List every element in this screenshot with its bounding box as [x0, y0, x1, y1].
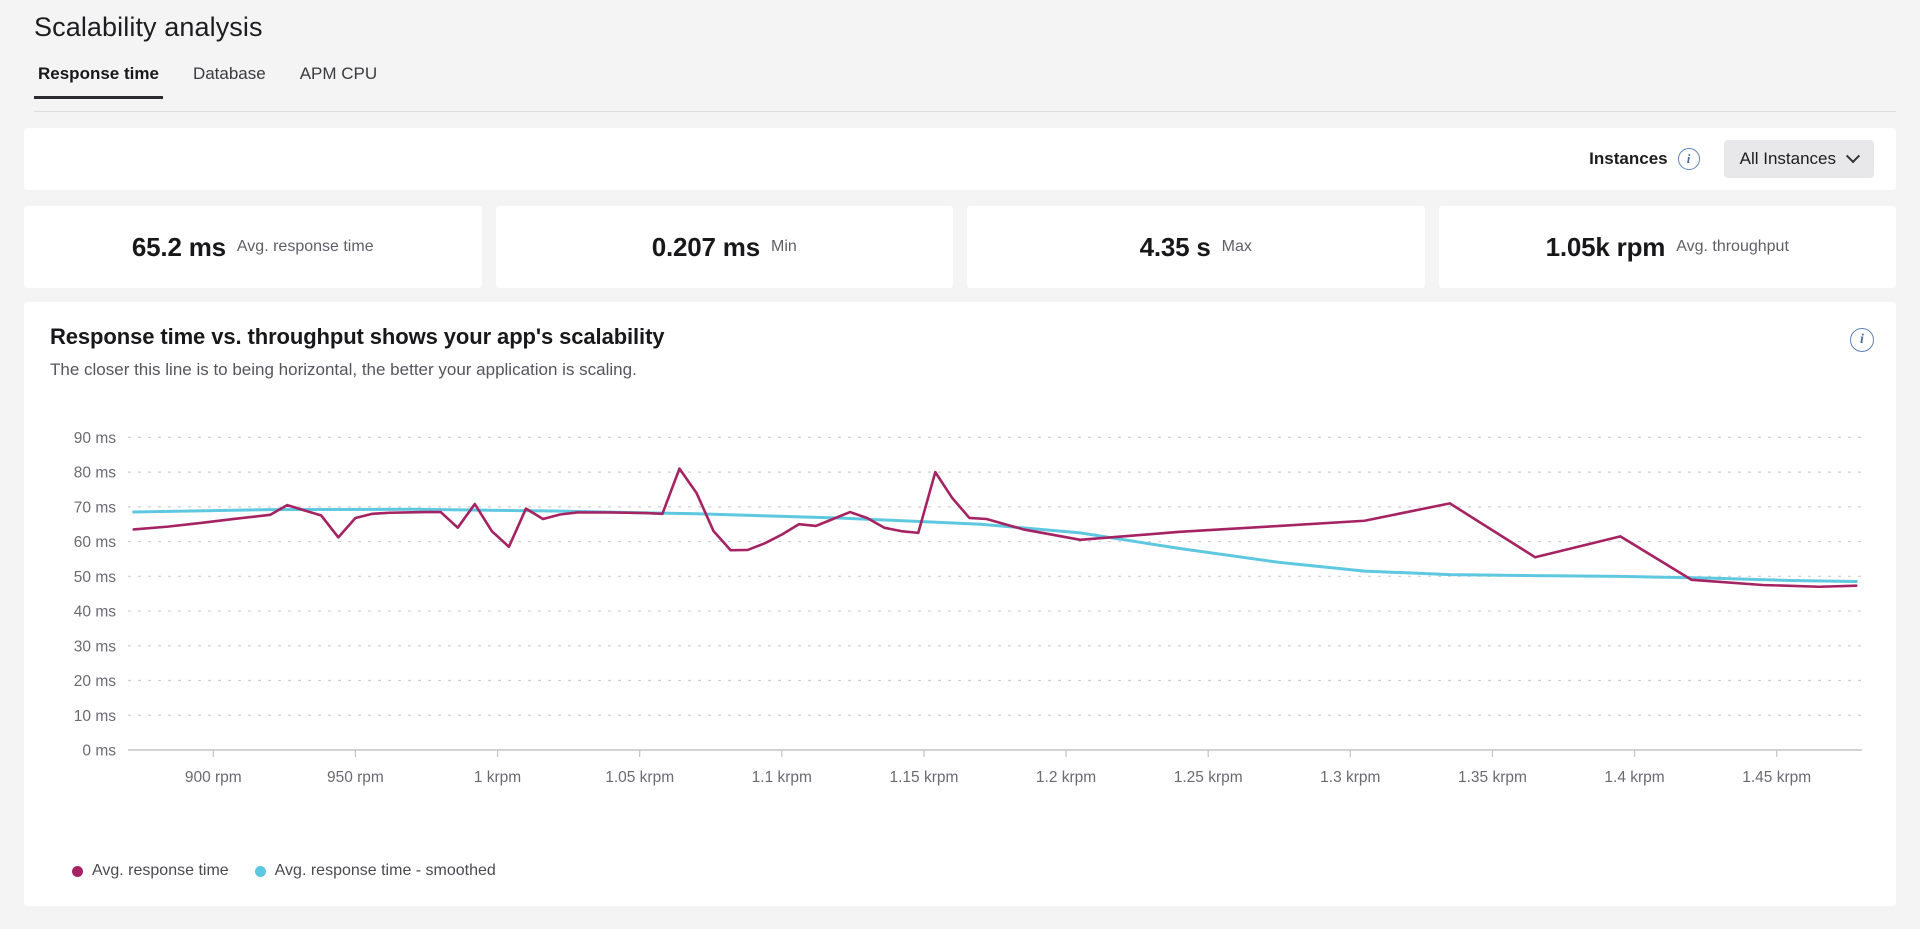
svg-text:60 ms: 60 ms — [74, 534, 116, 551]
stat-value: 1.05k rpm — [1545, 231, 1666, 262]
svg-text:1.2 krpm: 1.2 krpm — [1036, 769, 1096, 786]
svg-text:1.4 krpm: 1.4 krpm — [1604, 769, 1664, 786]
instances-bar: Instances i All Instances — [24, 128, 1896, 190]
svg-text:1.45 krpm: 1.45 krpm — [1742, 769, 1811, 786]
stat-label: Max — [1221, 238, 1252, 255]
info-icon[interactable]: i — [1850, 328, 1874, 352]
svg-text:1.15 krpm: 1.15 krpm — [889, 769, 958, 786]
tab-label: Response time — [38, 64, 159, 83]
tab-database[interactable]: Database — [189, 64, 270, 98]
chart-svg: 0 ms 10 ms 20 ms 30 ms 40 ms 50 ms 60 ms 70 ms 8… — [74, 430, 1862, 786]
svg-text:1 krpm: 1 krpm — [474, 769, 521, 786]
info-icon[interactable]: i — [1677, 148, 1700, 170]
legend-color-swatch — [72, 865, 83, 877]
chart-title: Response time vs. throughput shows your … — [50, 324, 665, 349]
stat-card-avg-throughput: 1.05k rpm Avg. throughput — [1438, 206, 1896, 288]
scalability-chart-card: Response time vs. throughput shows your … — [24, 302, 1896, 906]
legend-label: Avg. response time - smoothed — [274, 862, 496, 879]
legend-item-avg-response-time-smoothed[interactable]: Avg. response time - smoothed — [254, 862, 496, 880]
stat-value: 4.35 s — [1139, 231, 1211, 262]
instances-dropdown[interactable]: All Instances — [1723, 140, 1874, 178]
svg-text:900 rpm: 900 rpm — [185, 769, 242, 786]
svg-text:50 ms: 50 ms — [74, 569, 116, 586]
chart-subtitle: The closer this line is to being horizon… — [50, 360, 637, 379]
stat-label: Min — [770, 238, 797, 255]
tab-response-time[interactable]: Response time — [34, 64, 163, 99]
legend-label: Avg. response time — [92, 862, 229, 879]
instances-label: Instances — [1589, 149, 1668, 168]
scalability-analysis-page: Scalability analysis Response time Datab… — [0, 0, 1920, 929]
legend-item-avg-response-time[interactable]: Avg. response time — [72, 862, 229, 880]
svg-text:1.35 krpm: 1.35 krpm — [1458, 769, 1527, 786]
svg-text:1.25 krpm: 1.25 krpm — [1174, 769, 1243, 786]
tab-apm-cpu[interactable]: APM CPU — [296, 64, 381, 98]
tab-bar: Response time Database APM CPU — [34, 64, 1896, 112]
chart-plot-area: 0 ms 10 ms 20 ms 30 ms 40 ms 50 ms 60 ms 70 ms 8… — [50, 412, 1870, 812]
stat-card-max: 4.35 s Max — [967, 206, 1425, 288]
svg-text:40 ms: 40 ms — [74, 604, 116, 621]
stat-card-avg-response-time: 65.2 ms Avg. response time — [24, 206, 482, 288]
stat-label: Avg. throughput — [1676, 238, 1789, 255]
svg-text:20 ms: 20 ms — [74, 673, 116, 690]
stat-value: 0.207 ms — [651, 231, 760, 262]
legend-color-swatch — [254, 865, 266, 877]
stat-value: 65.2 ms — [131, 231, 226, 262]
page-title: Scalability analysis — [34, 12, 263, 42]
svg-text:0 ms: 0 ms — [82, 743, 116, 760]
svg-text:950 rpm: 950 rpm — [327, 769, 384, 786]
tab-label: Database — [192, 64, 266, 83]
stat-card-row: 65.2 ms Avg. response time 0.207 ms Min … — [24, 206, 1896, 288]
svg-text:90 ms: 90 ms — [74, 430, 116, 447]
svg-text:30 ms: 30 ms — [74, 638, 116, 655]
instances-dropdown-value: All Instances — [1739, 149, 1836, 168]
chevron-down-icon — [1845, 149, 1861, 164]
chart-legend: Avg. response time Avg. response time - … — [72, 862, 496, 880]
tab-label: APM CPU — [299, 64, 378, 83]
svg-text:1.1 krpm: 1.1 krpm — [752, 769, 812, 786]
svg-text:80 ms: 80 ms — [74, 465, 116, 482]
svg-text:10 ms: 10 ms — [74, 708, 116, 725]
svg-text:1.3 krpm: 1.3 krpm — [1320, 769, 1380, 786]
svg-text:1.05 krpm: 1.05 krpm — [605, 769, 674, 786]
svg-text:70 ms: 70 ms — [74, 499, 116, 516]
stat-label: Avg. response time — [236, 238, 374, 255]
stat-card-min: 0.207 ms Min — [495, 206, 953, 288]
